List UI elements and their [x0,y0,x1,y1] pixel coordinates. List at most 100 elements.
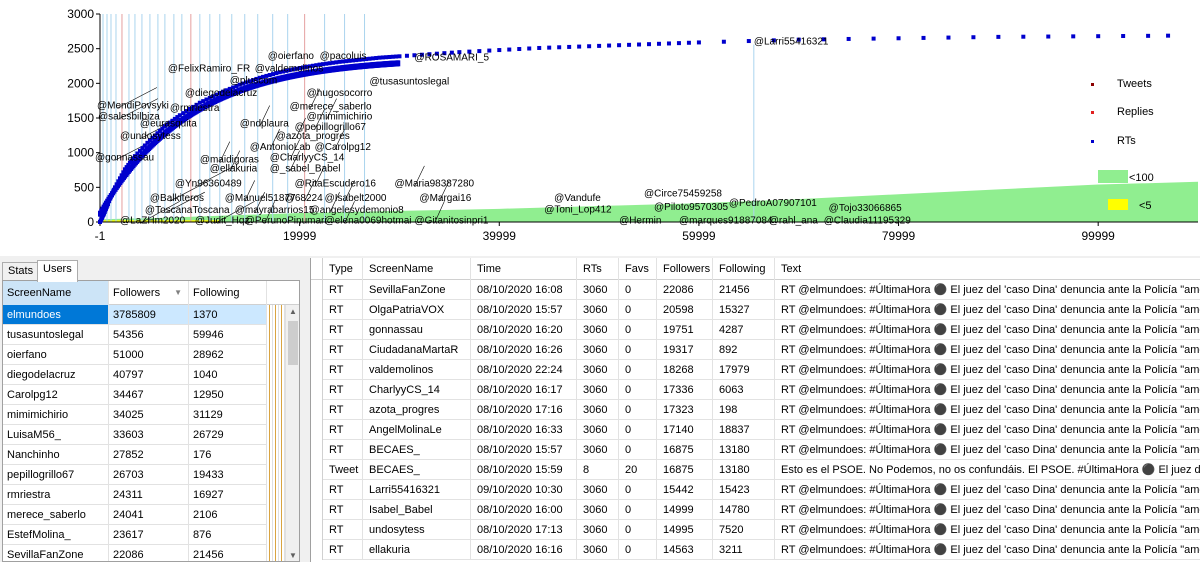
cell-followers[interactable]: 15442 [657,480,713,500]
row-header[interactable] [311,420,323,440]
row-header[interactable] [311,300,323,320]
cell-followers[interactable]: 19317 [657,340,713,360]
column-header-following[interactable]: Following [713,258,775,280]
users-grid[interactable]: ScreenName Followers ▼ Following elmundo… [2,280,300,562]
cell-followers[interactable]: 23617 [109,525,189,545]
table-row[interactable]: RT SevillaFanZone 08/10/2020 16:08 3060 0 220… [311,280,1200,300]
column-header-followers[interactable]: Followers ▼ [109,281,189,305]
cell-screenname[interactable]: CiudadanaMartaR [363,340,471,360]
cell-screenname[interactable]: mimimichirio [3,405,109,425]
row-header[interactable] [311,480,323,500]
table-row[interactable]: mimimichirio 34025 31129 [3,405,299,425]
table-row[interactable]: merece_saberlo 24041 2106 [3,505,299,525]
cell-type[interactable]: Tweet [323,460,363,480]
cell-rts[interactable]: 3060 [577,480,619,500]
column-header-type[interactable]: Type [323,258,363,280]
cell-type[interactable]: RT [323,420,363,440]
cell-rts[interactable]: 3060 [577,500,619,520]
table-row[interactable]: RT azota_progres 08/10/2020 17:16 3060 0 1732… [311,400,1200,420]
table-row[interactable]: RT CiudadanaMartaR 08/10/2020 16:26 3060 0 19… [311,340,1200,360]
cell-following[interactable]: 59946 [189,325,267,345]
cell-screenname[interactable]: rmriestra [3,485,109,505]
table-row[interactable]: SevillaFanZone 22086 21456 [3,545,299,561]
cell-screenname[interactable]: CharlyyCS_14 [363,380,471,400]
cell-followers[interactable]: 17140 [657,420,713,440]
cell-following[interactable]: 13180 [713,440,775,460]
table-row[interactable]: RT ellakuria 08/10/2020 16:16 3060 0 14563 321… [311,540,1200,560]
row-header[interactable] [311,320,323,340]
cell-time[interactable]: 08/10/2020 16:33 [471,420,577,440]
cell-time[interactable]: 09/10/2020 10:30 [471,480,577,500]
cell-type[interactable]: RT [323,540,363,560]
cell-following[interactable]: 3211 [713,540,775,560]
table-row[interactable]: oierfano 51000 28962 [3,345,299,365]
row-header[interactable] [311,540,323,560]
cell-favs[interactable]: 0 [619,440,657,460]
cell-screenname[interactable]: BECAES_ [363,460,471,480]
column-header-time[interactable]: Time [471,258,577,280]
table-row[interactable]: Nanchinho 27852 176 [3,445,299,465]
cell-text[interactable]: RT @elmundoes: #ÚltimaHora ⚫ El juez del… [775,420,1200,440]
cell-text[interactable]: RT @elmundoes: #ÚltimaHora ⚫ El juez del… [775,300,1200,320]
cell-text[interactable]: RT @elmundoes: #ÚltimaHora ⚫ El juez del… [775,540,1200,560]
cell-following[interactable]: 31129 [189,405,267,425]
cell-following[interactable]: 14780 [713,500,775,520]
cell-following[interactable]: 198 [713,400,775,420]
cell-rts[interactable]: 3060 [577,380,619,400]
column-header-screenname[interactable]: ScreenName [3,281,109,305]
cell-screenname[interactable]: AngelMolinaLe [363,420,471,440]
cell-following[interactable]: 7520 [713,520,775,540]
cell-screenname[interactable]: elmundoes [3,305,109,325]
cell-screenname[interactable]: pepillogrillo67 [3,465,109,485]
cell-followers[interactable]: 16875 [657,440,713,460]
row-header[interactable] [311,460,323,480]
row-header[interactable] [311,280,323,300]
cell-screenname[interactable]: SevillaFanZone [3,545,109,561]
tab-users[interactable]: Users [37,260,78,282]
cell-text[interactable]: RT @elmundoes: #ÚltimaHora ⚫ El juez del… [775,380,1200,400]
cell-following[interactable]: 15423 [713,480,775,500]
row-header[interactable] [311,400,323,420]
cell-followers[interactable]: 17323 [657,400,713,420]
column-header-followers[interactable]: Followers [657,258,713,280]
cell-following[interactable]: 876 [189,525,267,545]
cell-following[interactable]: 892 [713,340,775,360]
row-header[interactable] [311,440,323,460]
cell-favs[interactable]: 0 [619,380,657,400]
table-row[interactable]: RT Isabel_Babel 08/10/2020 16:00 3060 0 14999… [311,500,1200,520]
cell-following[interactable]: 19433 [189,465,267,485]
cell-following[interactable]: 15327 [713,300,775,320]
cell-text[interactable]: RT @elmundoes: #ÚltimaHora ⚫ El juez del… [775,360,1200,380]
row-header[interactable] [311,520,323,540]
table-row[interactable]: pepillogrillo67 26703 19433 [3,465,299,485]
cell-time[interactable]: 08/10/2020 16:16 [471,540,577,560]
column-header-text[interactable]: Text [775,258,1200,280]
table-row[interactable]: RT valdemolinos 08/10/2020 22:24 3060 0 18268… [311,360,1200,380]
cell-time[interactable]: 08/10/2020 15:57 [471,300,577,320]
cell-followers[interactable]: 24311 [109,485,189,505]
cell-text[interactable]: RT @elmundoes: #ÚltimaHora ⚫ El juez del… [775,500,1200,520]
table-row[interactable]: RT BECAES_ 08/10/2020 15:57 3060 0 16875 13180… [311,440,1200,460]
table-row[interactable]: RT CharlyyCS_14 08/10/2020 16:17 3060 0 17336… [311,380,1200,400]
cell-favs[interactable]: 0 [619,280,657,300]
cell-followers[interactable]: 18268 [657,360,713,380]
cell-following[interactable]: 176 [189,445,267,465]
cell-time[interactable]: 08/10/2020 17:16 [471,400,577,420]
cell-following[interactable]: 1370 [189,305,267,325]
cell-screenname[interactable]: tusasuntoslegal [3,325,109,345]
cell-following[interactable]: 18837 [713,420,775,440]
cell-type[interactable]: RT [323,400,363,420]
cell-following[interactable]: 17979 [713,360,775,380]
cell-screenname[interactable]: OlgaPatriaVOX [363,300,471,320]
cell-followers[interactable]: 54356 [109,325,189,345]
cell-following[interactable]: 13180 [713,460,775,480]
cell-screenname[interactable]: Nanchinho [3,445,109,465]
cell-followers[interactable]: 26703 [109,465,189,485]
column-header-screenname[interactable]: ScreenName [363,258,471,280]
cell-followers[interactable]: 14995 [657,520,713,540]
row-header[interactable] [311,340,323,360]
cell-rts[interactable]: 3060 [577,400,619,420]
cell-followers[interactable]: 17336 [657,380,713,400]
cell-favs[interactable]: 20 [619,460,657,480]
cell-type[interactable]: RT [323,300,363,320]
